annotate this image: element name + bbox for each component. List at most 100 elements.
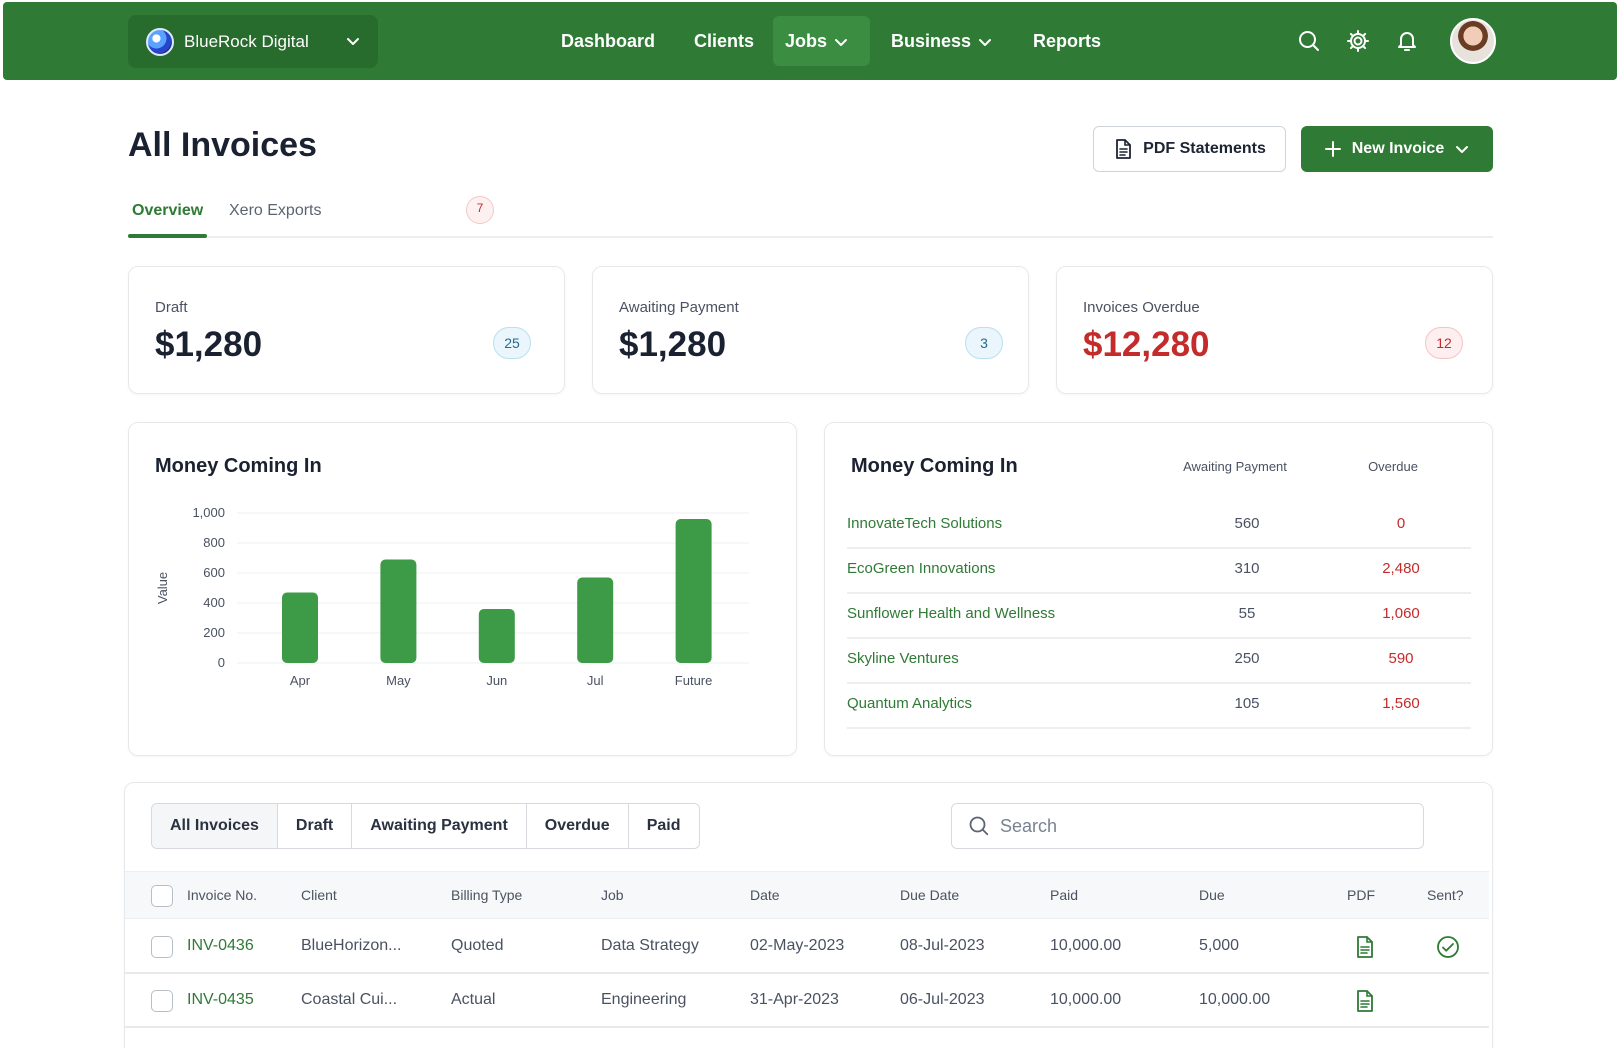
stat-card-invoices-overdue[interactable]: Invoices Overdue $12,280 12 — [1056, 266, 1493, 394]
filter-paid[interactable]: Paid — [628, 804, 699, 848]
table-row[interactable]: INV-0436 BlueHorizon... Quoted Data Stra… — [125, 920, 1489, 974]
client-link[interactable]: EcoGreen Innovations — [847, 560, 995, 577]
nav-dashboard[interactable]: Dashboard — [549, 16, 667, 66]
awaiting-amount: 310 — [1234, 560, 1260, 577]
tab-xero-exports[interactable]: Xero Exports — [229, 202, 321, 220]
money-coming-in-chart-panel: Money Coming In 1,000 800 600 400 200 0 Value A… — [128, 422, 797, 756]
stat-count-badge: 12 — [1425, 327, 1463, 359]
new-invoice-button[interactable]: New Invoice — [1301, 126, 1493, 172]
tab-overview[interactable]: Overview — [132, 202, 203, 220]
invoice-number-link[interactable]: INV-0435 — [187, 991, 254, 1009]
column-header-due-date[interactable]: Due Date — [900, 887, 959, 903]
y-tick-label: 400 — [203, 595, 225, 610]
nav-reports[interactable]: Reports — [1021, 16, 1113, 66]
money-table-row[interactable]: Sunflower Health and Wellness 55 1,060 — [847, 595, 1471, 639]
search-input[interactable] — [1000, 815, 1400, 837]
client-cell: Coastal Cui... — [301, 991, 398, 1008]
invoice-search-box[interactable] — [951, 803, 1424, 849]
chart-bar — [380, 559, 417, 663]
search-icon — [969, 816, 989, 836]
row-checkbox[interactable] — [151, 936, 173, 958]
nav-jobs[interactable]: Jobs — [773, 16, 870, 66]
column-header-invoice[interactable]: Invoice No. — [187, 887, 257, 903]
money-table-row[interactable]: EcoGreen Innovations 310 2,480 — [847, 550, 1471, 594]
column-header-sent: Sent? — [1427, 887, 1464, 903]
filter-overdue[interactable]: Overdue — [526, 804, 629, 848]
due-cell: 10,000.00 — [1199, 991, 1271, 1008]
y-axis-label: Value — [155, 572, 170, 604]
stat-card-awaiting-payment[interactable]: Awaiting Payment $1,280 3 — [592, 266, 1029, 394]
pdf-statements-label: PDF Statements — [1143, 140, 1266, 157]
column-header-due[interactable]: Due — [1199, 887, 1225, 903]
money-table-title: Money Coming In — [851, 455, 1018, 477]
due-cell: 5,000 — [1199, 937, 1240, 954]
stat-value: $1,280 — [155, 325, 263, 364]
invoice-number-link[interactable]: INV-0436 — [187, 937, 254, 955]
new-invoice-label: New Invoice — [1351, 140, 1445, 157]
column-header-pdf: PDF — [1347, 887, 1375, 903]
money-table-row[interactable]: Quantum Analytics 105 1,560 — [847, 685, 1471, 729]
organization-name: BlueRock Digital — [184, 31, 309, 51]
chevron-down-icon[interactable] — [1454, 141, 1470, 157]
money-table-row[interactable]: Skyline Ventures 250 590 — [847, 640, 1471, 684]
gear-icon[interactable] — [1345, 28, 1371, 54]
overdue-amount: 1,560 — [1382, 695, 1420, 712]
document-icon[interactable] — [1355, 935, 1375, 959]
column-header-billing-type[interactable]: Billing Type — [451, 887, 522, 903]
column-header-date[interactable]: Date — [750, 887, 780, 903]
billing-type-cell: Actual — [451, 991, 496, 1008]
overdue-amount: 0 — [1396, 515, 1406, 532]
overdue-amount: 2,480 — [1382, 560, 1420, 577]
table-row[interactable]: INV-0435 Coastal Cui... Actual Engineeri… — [125, 974, 1489, 1028]
client-link[interactable]: Sunflower Health and Wellness — [847, 605, 1055, 622]
bell-icon[interactable] — [1394, 28, 1420, 54]
nav-clients[interactable]: Clients — [682, 16, 766, 66]
pdf-statements-button[interactable]: PDF Statements — [1093, 126, 1286, 172]
chart-bar — [675, 519, 712, 663]
x-tick-label: May — [386, 673, 411, 688]
x-tick-label: Future — [675, 673, 713, 688]
document-icon[interactable] — [1355, 989, 1375, 1013]
invoice-filter-group: All Invoices Draft Awaiting Payment Over… — [151, 803, 700, 849]
y-tick-label: 1,000 — [192, 505, 225, 520]
job-cell: Engineering — [601, 991, 687, 1008]
money-coming-in-table-panel: Money Coming In Awaiting Payment Overdue… — [824, 422, 1493, 756]
search-icon[interactable] — [1296, 28, 1322, 54]
filter-draft[interactable]: Draft — [277, 804, 353, 848]
chevron-down-icon — [835, 39, 848, 47]
organization-switcher[interactable]: BlueRock Digital — [128, 15, 378, 68]
money-table-row[interactable]: InnovateTech Solutions 560 0 — [847, 505, 1471, 549]
column-header-paid[interactable]: Paid — [1050, 887, 1078, 903]
chart-bar — [282, 592, 318, 663]
awaiting-amount: 250 — [1234, 650, 1260, 667]
y-tick-label: 600 — [203, 565, 225, 580]
avatar[interactable] — [1450, 18, 1496, 64]
stat-value: $12,280 — [1083, 325, 1210, 364]
column-header-client[interactable]: Client — [301, 887, 337, 903]
top-navigation-bar: BlueRock Digital Dashboard Clients Jobs … — [3, 2, 1617, 80]
client-link[interactable]: InnovateTech Solutions — [847, 515, 1002, 532]
filter-awaiting-payment[interactable]: Awaiting Payment — [352, 804, 527, 848]
organization-logo — [146, 27, 174, 56]
x-tick-label: Jun — [486, 673, 507, 688]
paid-cell: 10,000.00 — [1050, 991, 1122, 1008]
billing-type-cell: Quoted — [451, 937, 504, 954]
client-cell: BlueHorizon... — [301, 937, 402, 954]
column-header-job[interactable]: Job — [601, 887, 624, 903]
row-checkbox[interactable] — [151, 990, 173, 1012]
nav-business[interactable]: Business — [879, 16, 1005, 66]
client-link[interactable]: Skyline Ventures — [847, 650, 959, 667]
stat-count-badge: 25 — [493, 327, 531, 359]
overdue-amount: 590 — [1388, 650, 1414, 667]
document-icon — [1116, 139, 1132, 159]
select-all-checkbox[interactable] — [151, 885, 173, 907]
plus-icon — [1324, 141, 1341, 157]
page-tabs: Overview Xero Exports 7 — [128, 196, 1493, 238]
nav-business-label: Business — [891, 31, 972, 51]
chevron-down-icon — [347, 38, 359, 45]
stat-card-draft[interactable]: Draft $1,280 25 — [128, 266, 565, 394]
chevron-down-icon — [979, 39, 992, 47]
filter-all-invoices[interactable]: All Invoices — [152, 804, 278, 848]
chart-bar — [478, 609, 515, 663]
client-link[interactable]: Quantum Analytics — [847, 695, 972, 712]
